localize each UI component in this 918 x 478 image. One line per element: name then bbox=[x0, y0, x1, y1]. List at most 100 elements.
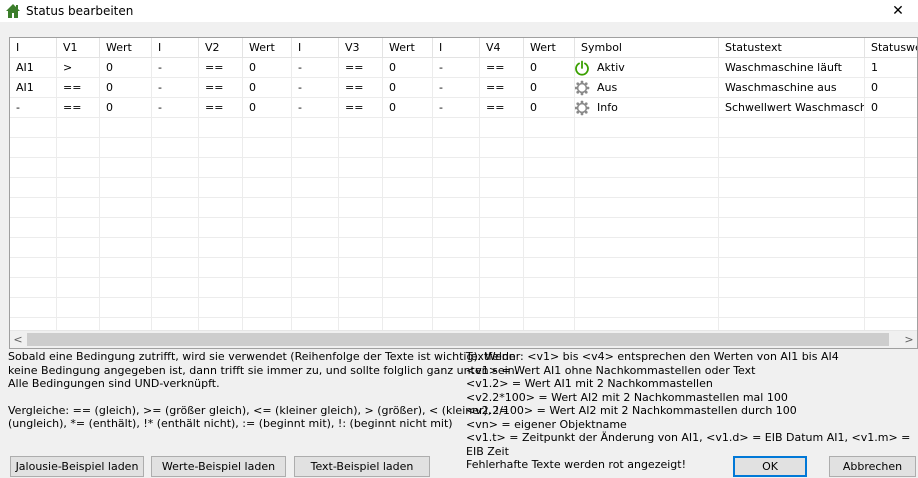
table-row[interactable] bbox=[10, 218, 917, 238]
table-row[interactable]: AI1 == 0- == 0- == 0- == 0 Aus Waschmaschine aus 0 bbox=[10, 78, 917, 98]
table-cell-col-wert2[interactable] bbox=[243, 298, 292, 318]
table-cell-col-i3[interactable] bbox=[292, 198, 339, 218]
table-cell-col-statuswert[interactable] bbox=[865, 198, 917, 218]
table-cell-col-wert1[interactable]: 0 bbox=[100, 58, 152, 78]
table-cell-col-v4[interactable] bbox=[480, 198, 524, 218]
table-cell-col-statuswert[interactable] bbox=[865, 298, 917, 318]
table-cell-col-wert1[interactable] bbox=[100, 118, 152, 138]
table-cell-col-wert1[interactable] bbox=[100, 138, 152, 158]
table-cell-col-statustext[interactable] bbox=[719, 238, 865, 258]
table-row[interactable] bbox=[10, 298, 917, 318]
table-cell-col-statustext[interactable] bbox=[719, 218, 865, 238]
table-cell-col-i1[interactable]: AI1 bbox=[10, 58, 57, 78]
table-cell-col-i3[interactable] bbox=[292, 138, 339, 158]
table-cell-col-i2[interactable] bbox=[152, 138, 199, 158]
table-cell-col-v2[interactable]: == bbox=[199, 58, 243, 78]
table-cell-col-statustext[interactable]: Schwellwert Waschmasch… bbox=[719, 98, 865, 118]
table-cell-col-wert3[interactable]: 0 bbox=[383, 58, 433, 78]
table-cell-col-i3[interactable] bbox=[292, 218, 339, 238]
header-col-v1[interactable]: V1 bbox=[57, 38, 100, 58]
table-cell-col-wert3[interactable]: 0 bbox=[383, 98, 433, 118]
table-cell-col-v2[interactable] bbox=[199, 298, 243, 318]
table-cell-col-statustext[interactable]: Waschmaschine aus bbox=[719, 78, 865, 98]
table-cell-col-symbol[interactable] bbox=[575, 218, 719, 238]
header-col-symbol[interactable]: Symbol bbox=[575, 38, 719, 58]
table-cell-col-symbol[interactable] bbox=[575, 298, 719, 318]
table-cell-col-i1[interactable] bbox=[10, 158, 57, 178]
table-cell-col-v1[interactable] bbox=[57, 178, 100, 198]
table-cell-col-i2[interactable] bbox=[152, 178, 199, 198]
table-cell-col-v3[interactable] bbox=[339, 258, 383, 278]
table-cell-col-wert3[interactable] bbox=[383, 158, 433, 178]
table-cell-col-wert4[interactable] bbox=[524, 118, 575, 138]
table-cell-col-symbol[interactable] bbox=[575, 258, 719, 278]
table-cell-col-v4[interactable] bbox=[480, 298, 524, 318]
table-cell-col-statustext[interactable] bbox=[719, 158, 865, 178]
table-cell-col-v3[interactable] bbox=[339, 138, 383, 158]
table-cell-col-wert1[interactable] bbox=[100, 298, 152, 318]
table-cell-col-v4[interactable]: == bbox=[480, 78, 524, 98]
table-cell-col-wert2[interactable] bbox=[243, 258, 292, 278]
table-cell-col-wert2[interactable]: 0 bbox=[243, 78, 292, 98]
table-cell-col-i3[interactable] bbox=[292, 238, 339, 258]
table-cell-col-i4[interactable]: - bbox=[433, 58, 480, 78]
table-cell-col-wert3[interactable] bbox=[383, 198, 433, 218]
table-cell-col-statuswert[interactable] bbox=[865, 278, 917, 298]
table-cell-col-v2[interactable] bbox=[199, 238, 243, 258]
table-cell-col-wert2[interactable] bbox=[243, 218, 292, 238]
table-cell-col-wert2[interactable] bbox=[243, 198, 292, 218]
table-row[interactable] bbox=[10, 198, 917, 218]
table-cell-col-statustext[interactable] bbox=[719, 118, 865, 138]
table-cell-col-wert3[interactable] bbox=[383, 138, 433, 158]
table-cell-col-symbol[interactable]: Aktiv bbox=[575, 58, 719, 78]
header-col-v3[interactable]: V3 bbox=[339, 38, 383, 58]
table-cell-col-i3[interactable]: - bbox=[292, 58, 339, 78]
table-cell-col-i4[interactable] bbox=[433, 158, 480, 178]
table-cell-col-symbol[interactable] bbox=[575, 178, 719, 198]
cancel-button[interactable]: Abbrechen bbox=[829, 456, 916, 477]
table-cell-col-wert1[interactable] bbox=[100, 178, 152, 198]
table-cell-col-wert2[interactable]: 0 bbox=[243, 58, 292, 78]
table-cell-col-statuswert[interactable] bbox=[865, 238, 917, 258]
table-cell-col-wert1[interactable] bbox=[100, 198, 152, 218]
table-cell-col-v2[interactable] bbox=[199, 118, 243, 138]
table-cell-col-wert3[interactable]: 0 bbox=[383, 78, 433, 98]
table-row[interactable] bbox=[10, 258, 917, 278]
table-cell-col-v4[interactable] bbox=[480, 218, 524, 238]
horizontal-scrollbar[interactable]: < > bbox=[10, 330, 917, 348]
table-cell-col-statustext[interactable] bbox=[719, 138, 865, 158]
table-row[interactable] bbox=[10, 138, 917, 158]
table-cell-col-statuswert[interactable] bbox=[865, 258, 917, 278]
table-cell-col-wert2[interactable] bbox=[243, 158, 292, 178]
table-row[interactable]: - == 0- == 0- == 0- == 0 Info Schwellwert Waschmas… bbox=[10, 98, 917, 118]
table-cell-col-wert3[interactable] bbox=[383, 278, 433, 298]
header-col-wert1[interactable]: Wert bbox=[100, 38, 152, 58]
table-cell-col-v2[interactable] bbox=[199, 218, 243, 238]
table-cell-col-v4[interactable] bbox=[480, 138, 524, 158]
status-table[interactable]: I V1 Wert I V2 Wert I V3 Wert I V4 Wert Symbol Status… bbox=[9, 37, 918, 349]
table-cell-col-wert4[interactable] bbox=[524, 198, 575, 218]
table-cell-col-wert3[interactable] bbox=[383, 218, 433, 238]
table-cell-col-v4[interactable] bbox=[480, 118, 524, 138]
scroll-right-icon[interactable]: > bbox=[901, 331, 917, 348]
table-row[interactable] bbox=[10, 278, 917, 298]
table-cell-col-statuswert[interactable]: 1 bbox=[865, 58, 917, 78]
table-cell-col-symbol[interactable]: Aus bbox=[575, 78, 719, 98]
ok-button[interactable]: OK bbox=[733, 456, 807, 477]
table-cell-col-i4[interactable] bbox=[433, 278, 480, 298]
table-cell-col-wert1[interactable] bbox=[100, 278, 152, 298]
table-cell-col-wert4[interactable] bbox=[524, 278, 575, 298]
header-col-i1[interactable]: I bbox=[10, 38, 57, 58]
table-cell-col-v3[interactable] bbox=[339, 238, 383, 258]
table-cell-col-i1[interactable] bbox=[10, 178, 57, 198]
table-cell-col-wert3[interactable] bbox=[383, 258, 433, 278]
table-cell-col-v2[interactable] bbox=[199, 198, 243, 218]
table-cell-col-v3[interactable]: == bbox=[339, 98, 383, 118]
table-cell-col-statustext[interactable] bbox=[719, 198, 865, 218]
table-cell-col-statustext[interactable] bbox=[719, 278, 865, 298]
table-cell-col-i1[interactable] bbox=[10, 218, 57, 238]
load-text-example-button[interactable]: Text-Beispiel laden bbox=[294, 456, 430, 477]
table-cell-col-i1[interactable]: AI1 bbox=[10, 78, 57, 98]
table-cell-col-v3[interactable] bbox=[339, 278, 383, 298]
table-cell-col-statustext[interactable] bbox=[719, 178, 865, 198]
